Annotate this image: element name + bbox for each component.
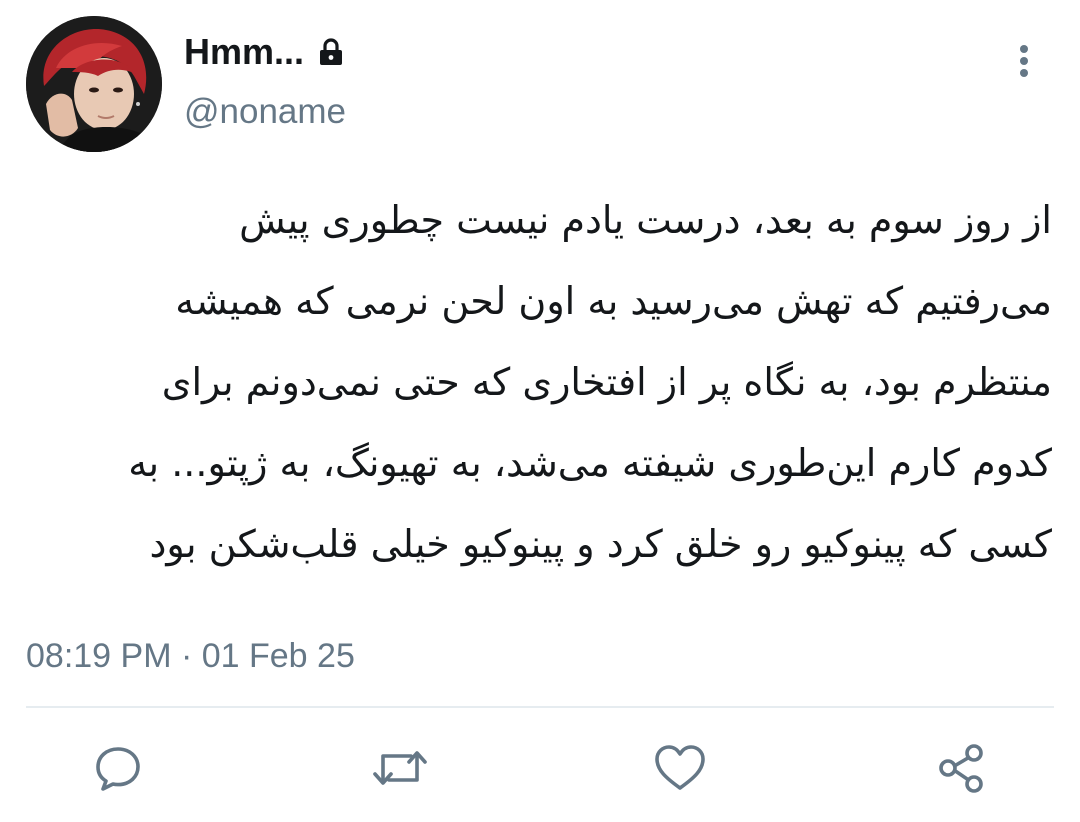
share-button[interactable] bbox=[932, 738, 992, 798]
divider bbox=[26, 706, 1054, 708]
lock-icon bbox=[320, 38, 342, 65]
more-options-button[interactable] bbox=[1004, 40, 1044, 84]
user-handle[interactable]: @noname bbox=[184, 88, 346, 136]
like-button[interactable] bbox=[650, 738, 710, 798]
more-vertical-icon bbox=[1020, 45, 1028, 77]
tweet-text-line: کدوم کارم این‌طوری شیفته می‌شد، به تهیون… bbox=[128, 441, 1052, 485]
retweet-button[interactable] bbox=[370, 738, 430, 798]
avatar[interactable] bbox=[26, 16, 162, 152]
tweet-card: Hmm... @noname از روز سوم به بعد، درست ی… bbox=[0, 0, 1080, 822]
tweet-text-line: می‌رفتیم که تهش می‌رسید به اون لحن نرمی … bbox=[175, 279, 1052, 323]
tweet-text-line: کسی که پینوکیو رو خلق کرد و پینوکیو خیلی… bbox=[149, 522, 1052, 566]
tweet-text-line: از روز سوم به بعد، درست یادم نیست چطوری … bbox=[239, 198, 1052, 242]
retweet-icon bbox=[373, 751, 427, 785]
reply-icon bbox=[96, 747, 140, 791]
tweet-timestamp[interactable]: 08:19 PM · 01 Feb 25 bbox=[26, 632, 355, 680]
heart-icon bbox=[655, 745, 705, 790]
tweet-text: از روز سوم به بعد، درست یادم نیست چطوری … bbox=[12, 180, 1052, 585]
display-name[interactable]: Hmm... bbox=[184, 28, 304, 76]
share-icon bbox=[939, 744, 983, 793]
tweet-text-line: منتظرم بود، به نگاه پر از افتخاری که حتی… bbox=[161, 360, 1052, 404]
reply-button[interactable] bbox=[88, 738, 148, 798]
